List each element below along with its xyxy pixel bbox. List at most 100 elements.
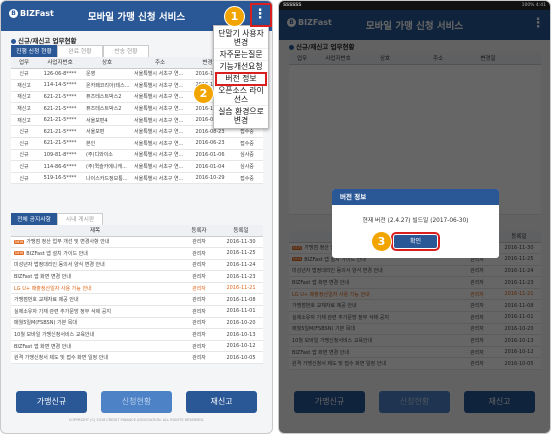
table-cell: 본인 — [83, 137, 131, 150]
notice-author: 관리자 — [179, 293, 219, 307]
table-cell: 114-86-6**** — [37, 160, 83, 173]
notice-author: 관리자 — [179, 317, 219, 330]
table-cell: 서울특별시 서초구 연... — [131, 91, 189, 104]
application-status-button[interactable]: 신청현황 — [101, 391, 172, 413]
column-header: 사업자번호 — [37, 57, 83, 69]
tab-notice-0[interactable]: 전체 공지사항 — [11, 213, 57, 225]
table-cell: 2016-01-04 — [189, 160, 231, 173]
table-cell: 2016-06-23 — [189, 137, 231, 150]
notice-title-cell: 가맹점번호 교체자료 제공 안내 — [11, 293, 179, 307]
tab-notice-1[interactable]: 시내 게시판 — [57, 213, 103, 225]
version-dialog: 버전 정보 현재 버전 (2.4.27) 빌드일 (2017-06-30) 확인 — [332, 189, 499, 258]
table-cell: 서울특별시 서초구 연... — [131, 125, 189, 139]
notice-date: 2016-11-08 — [219, 293, 263, 307]
dialog-message: 현재 버전 (2.4.27) 빌드일 (2017-06-30) — [362, 218, 469, 224]
notice-author: 관리자 — [179, 305, 219, 318]
table-cell: 온카페코리아(테스... — [83, 79, 131, 92]
notice-title: 매월5일M(FSBSN) 기본 목대 — [14, 320, 77, 327]
menu-item-practice-mode[interactable]: 실습 환경으로 변경 — [214, 106, 268, 126]
notice-row[interactable]: 원격 가맹신청서 제도 및 접수 화면 일정 안내 관리자2016-10-05 — [11, 351, 263, 365]
bottom-buttons: 가맹신규 신청현황 재신고 — [16, 391, 257, 413]
step-3-marker: 3 — [372, 232, 391, 251]
notice-title: 원격 가맹신청서 제도 및 접수 화면 일정 안내 — [14, 355, 108, 362]
ok-button[interactable]: 확인 — [391, 232, 440, 251]
notice-row[interactable]: BIZFast 앱 화면 변경 안내 관리자2016-11-23 — [11, 270, 263, 283]
table-cell: 재신고 — [11, 91, 37, 104]
table-row[interactable]: 신규 114-86-6**** (주)퀵슬카에니캐... 서울특별시 서초구 연...… — [11, 160, 263, 173]
table-cell: 신규 — [11, 68, 37, 81]
overflow-menu: 단말기 사용자 변경 자주묻는질문 기능개선요청 버전 정보 오픈소스 라이선스… — [213, 25, 269, 129]
notice-row[interactable]: NEWBIZFast 앱 설치 가이드 안내관리자2016-11-25 — [11, 247, 263, 260]
column-header: 주소 — [131, 57, 189, 69]
status-cell: 심사중 — [231, 160, 263, 173]
menu-item-faq[interactable]: 자주묻는질문 — [214, 49, 268, 61]
table-cell: 신규 — [11, 172, 37, 185]
notice-date: 2016-11-24 — [219, 259, 263, 272]
re-report-button[interactable]: 재신고 — [186, 391, 257, 413]
table-row[interactable]: 신규 519-16-5**** 나이스카드정보통... 서울특별시 서초구 연... 2… — [11, 172, 263, 185]
table-cell: 서울특별시 서초구 연... — [131, 160, 189, 173]
table-cell: 서울보편4 — [83, 114, 131, 127]
table-cell: 퓨즈테스트박스2 — [83, 102, 131, 115]
status-cell: 접수중 — [231, 172, 263, 185]
notice-author: 관리자 — [179, 282, 219, 295]
notice-row[interactable]: 가맹점번호 교체자료 제공 안내 관리자2016-11-08 — [11, 293, 263, 307]
section-title: 신규/재신고 업무현황 — [11, 35, 76, 45]
step-2-marker: 2 — [194, 84, 213, 103]
table-row[interactable]: 신규 109-81-8**** (주)디와이소 서울특별시 서초구 연... 2016-… — [11, 149, 263, 162]
app-screen-menu-open: B BIZFast 모바일 가맹 신청 서비스 ⋮ 신규/재신고 업무현황 진행 … — [0, 0, 273, 434]
table-cell: 서울보편 — [83, 125, 131, 139]
notice-title-cell: NEWBIZFast 앱 설치 가이드 안내 — [11, 247, 179, 260]
notice-title: BIZFast 앱 화면 변경 안내 — [14, 274, 71, 281]
table-cell: 서울특별시 서초구 연... — [131, 137, 189, 150]
notice-row[interactable]: LG U+ 매출정산일자 사용 가능 안내 관리자2016-11-21 — [11, 282, 263, 295]
notice-row[interactable]: 매월5일M(FSBSN) 기본 목대 관리자2016-10-20 — [11, 317, 263, 330]
notice-title-cell: 미성년자 법정대리인 동의서 양식 변경 안내 — [11, 259, 179, 272]
notice-title-cell: NEW가맹점 정산 업무 개선 및 변경사항 안내 — [11, 236, 179, 249]
status-tabs: 진행 신청 현황 완료 현황 반송 현황 — [11, 45, 149, 57]
menu-item-version-info[interactable]: 버전 정보 — [215, 72, 267, 86]
overflow-menu-icon[interactable]: ⋮ — [252, 4, 268, 26]
table-cell: 퓨즈테스트박스2 — [83, 91, 131, 104]
notice-date: 2016-10-13 — [219, 328, 263, 341]
table-cell: (주)퀵슬카에니캐... — [83, 160, 131, 173]
new-application-button[interactable]: 가맹신규 — [16, 391, 87, 413]
notice-author: 관리자 — [179, 351, 219, 365]
tab-status-2[interactable]: 반송 현황 — [103, 45, 149, 57]
notice-row[interactable]: 미성년자 법정대리인 동의서 양식 변경 안내 관리자2016-11-24 — [11, 259, 263, 272]
table-cell: 2016-01-06 — [189, 149, 231, 162]
dialog-title: 버전 정보 — [332, 189, 499, 205]
table-row[interactable]: 신규 621-21-5**** 본인 서울특별시 서초구 연... 2016-06-23… — [11, 137, 263, 150]
new-badge: NEW — [14, 251, 25, 256]
table-cell: 신규 — [11, 160, 37, 173]
table-cell: 서울특별시 서초구 연... — [131, 172, 189, 185]
table-cell: 2016-10-29 — [189, 172, 231, 185]
table-cell: 신규 — [11, 149, 37, 162]
table-cell: 서울특별시 서초구 연... — [131, 79, 189, 92]
table-cell: 126-06-8**** — [37, 68, 83, 81]
menu-item-feature-request[interactable]: 기능개선요청 — [214, 61, 268, 73]
notice-row[interactable]: BIZFast 앱 화면 변경 안내 관리자2016-10-12 — [11, 340, 263, 353]
menu-item-change-user[interactable]: 단말기 사용자 변경 — [214, 28, 268, 49]
table-cell: 서울특별시 서초구 연... — [131, 102, 189, 115]
notice-title: LG U+ 매출정산일자 사용 가능 안내 — [14, 285, 92, 292]
notice-row[interactable]: 실제소유자 기재 관련 추가문방 정부 삭제 공지 관리자2016-11-01 — [11, 305, 263, 318]
notice-date: 2016-10-12 — [219, 340, 263, 353]
table-cell: 621-21-5**** — [37, 91, 83, 104]
notice-row[interactable]: NEW가맹점 정산 업무 개선 및 변경사항 안내관리자2016-11-30 — [11, 236, 263, 249]
notice-title: 미성년자 법정대리인 동의서 양식 변경 안내 — [14, 262, 105, 269]
notice-title-cell: 실제소유자 기재 관련 추가문방 정부 삭제 공지 — [11, 305, 179, 318]
tab-status-0[interactable]: 진행 신청 현황 — [11, 45, 57, 57]
notice-row[interactable]: 10월 모바일 가맹신청서비스 교육안내 관리자2016-10-13 — [11, 328, 263, 341]
notice-author: 관리자 — [179, 247, 219, 260]
menu-item-open-source-license[interactable]: 오픈소스 라이선스 — [214, 85, 268, 106]
notice-date: 2016-11-23 — [219, 270, 263, 283]
table-cell: 운영 — [83, 68, 131, 81]
table-cell: 621-21-5**** — [37, 102, 83, 115]
device-status-bar: SSSSSS 100% 4:41 — [279, 1, 550, 10]
tab-status-1[interactable]: 완료 현황 — [57, 45, 103, 57]
notice-author: 관리자 — [179, 236, 219, 249]
notice-title: BIZFast 앱 설치 가이드 안내 — [26, 250, 88, 257]
notice-title: 10월 모바일 가맹신청서비스 교육안내 — [14, 332, 95, 339]
notice-title-cell: 매월5일M(FSBSN) 기본 목대 — [11, 317, 179, 330]
